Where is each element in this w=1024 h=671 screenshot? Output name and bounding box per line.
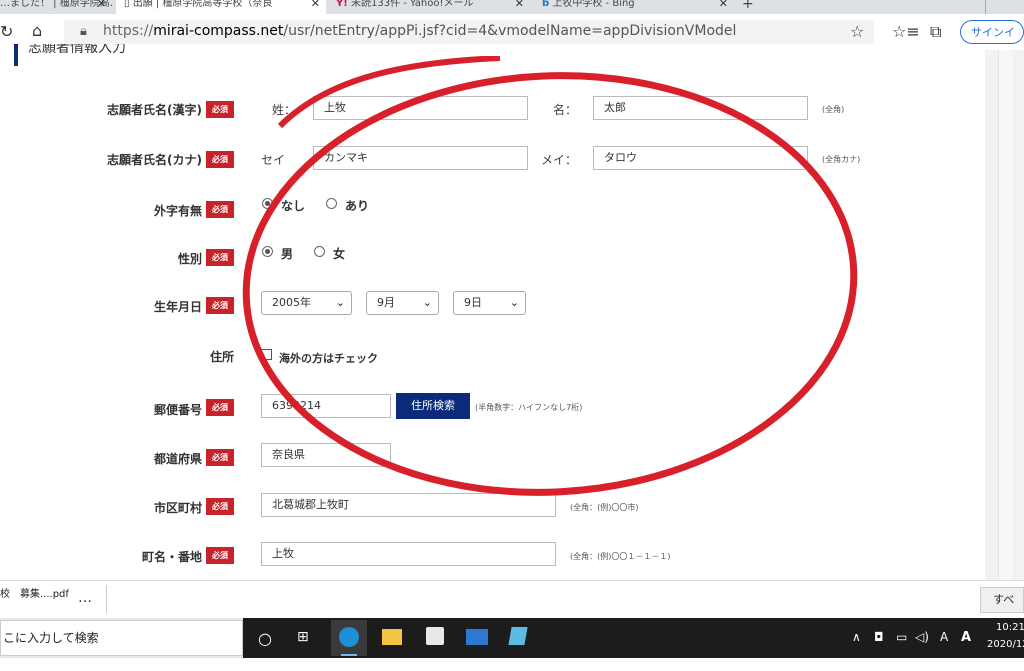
required-badge: 必須 (206, 151, 234, 168)
url-text[interactable]: https://mirai-compass.net/usr/netEntry/a… (103, 23, 736, 39)
notepad-icon[interactable] (508, 627, 528, 645)
close-tab-icon[interactable]: ✕ (515, 0, 524, 9)
tab-label: 上牧中学校 - Bing (552, 0, 635, 9)
download-more-icon[interactable]: … (78, 590, 92, 606)
close-tab-icon[interactable]: ✕ (719, 0, 728, 9)
volume-icon[interactable]: ◁) (915, 630, 929, 644)
street-label: 町名・番地 (141, 550, 202, 564)
refresh-icon[interactable]: ↻ (0, 22, 13, 41)
collections-icon[interactable]: ⧉ (930, 22, 941, 42)
window-divider (985, 0, 1000, 14)
file-explorer-icon[interactable] (382, 629, 402, 645)
required-badge: 必須 (206, 449, 234, 466)
required-badge: 必須 (206, 498, 234, 515)
show-all-label: すべて表 (993, 593, 1015, 606)
url-host: mirai-compass.net (153, 23, 284, 39)
taskbar-search-box[interactable]: こに入力して検索 (0, 620, 243, 656)
street-hint: (全角：(例)〇〇１－１－１) (570, 552, 671, 561)
section-title-bar (14, 44, 18, 66)
zip-label: 郵便番号 (153, 403, 202, 417)
street-input[interactable]: 上牧 (261, 542, 556, 566)
home-icon[interactable]: ⌂ (32, 21, 42, 40)
download-file-item[interactable]: 校 募集....pdf (0, 585, 69, 600)
favorite-star-icon[interactable]: ☆ (850, 22, 864, 41)
clock-date[interactable]: 2020/12 (987, 639, 1024, 650)
address-label: 住所 (209, 350, 234, 364)
required-badge: 必須 (206, 249, 234, 266)
section-title: 志願者情報入力 (28, 44, 126, 56)
task-view-icon[interactable]: ⊞ (297, 629, 309, 645)
cortana-icon[interactable]: ○ (258, 629, 272, 648)
store-icon[interactable] (426, 627, 444, 645)
tab-bing[interactable]: b 上牧中学校 - Bing ✕ (534, 0, 734, 14)
required-badge: 必須 (206, 547, 234, 564)
url-path: /usr/netEntry/appPi.jsf?cid=4&vmodelName… (283, 23, 737, 39)
name-kanji-label: 志願者氏名(漢字) (107, 103, 202, 117)
battery-icon[interactable]: ▭ (896, 630, 907, 644)
url-prefix: https:// (103, 23, 154, 39)
name-kana-label: 志願者氏名(カナ) (107, 153, 202, 167)
required-badge: 必須 (206, 101, 234, 118)
close-tab-icon[interactable]: ✕ (311, 0, 320, 9)
divider (106, 585, 107, 613)
tab-label: 未読133件 - Yahoo!メール (351, 0, 474, 9)
bing-icon: b (542, 0, 550, 9)
yahoo-icon: Y! (336, 0, 348, 9)
city-label: 市区町村 (153, 501, 202, 515)
tab-application[interactable]: ▯ 出願 | 橿原学院高等学校（奈良 ✕ (116, 0, 326, 14)
signin-label: サインイン (971, 26, 1015, 39)
tab-kashihara-1[interactable]: …ました！ | 橿原学院高… ✕ (0, 0, 112, 14)
red-circle-annotation (242, 56, 858, 496)
meet-now-icon[interactable]: ◘ (874, 630, 884, 644)
new-tab-icon[interactable]: + (742, 0, 762, 14)
birthdate-label: 生年月日 (153, 300, 202, 314)
tab-label: 出願 | 橿原学院高等学校（奈良 (132, 0, 273, 9)
active-indicator (341, 654, 357, 656)
required-badge: 必須 (206, 201, 234, 218)
edge-icon (339, 627, 359, 647)
close-tab-icon[interactable]: ✕ (97, 0, 106, 9)
clock-time[interactable]: 10:21 (996, 622, 1024, 633)
ime-icon[interactable]: A (940, 630, 948, 644)
required-badge: 必須 (206, 297, 234, 314)
lock-icon: 🔒︎ (80, 24, 87, 39)
prefecture-label: 都道府県 (153, 452, 202, 466)
mail-icon[interactable] (466, 629, 488, 645)
page-icon: ▯ (124, 0, 130, 9)
taskbar-search-placeholder: こに入力して検索 (3, 631, 99, 645)
tab-label: …ました！ | 橿原学院高… (0, 0, 112, 9)
vertical-scrollbar[interactable] (998, 50, 1013, 580)
downloads-bar (0, 580, 1024, 619)
show-hidden-icons-icon[interactable]: ∧ (852, 630, 861, 644)
adobe-icon[interactable]: A (961, 630, 971, 645)
tab-yahoo-mail[interactable]: Y! 未読133件 - Yahoo!メール ✕ (330, 0, 530, 14)
gaiji-label: 外字有無 (153, 204, 202, 218)
show-all-downloads-button[interactable]: すべて表 (980, 587, 1024, 613)
signin-button[interactable]: サインイン (960, 20, 1024, 44)
download-file-label: 校 募集....pdf (0, 589, 69, 600)
gender-label: 性別 (177, 252, 202, 266)
required-badge: 必須 (206, 399, 234, 416)
screen-bottom-edge (0, 658, 1024, 671)
favorites-list-icon[interactable]: ☆≡ (892, 22, 920, 41)
browser-tab-strip: …ました！ | 橿原学院高… ✕ ▯ 出願 | 橿原学院高等学校（奈良 ✕ Y!… (0, 0, 1024, 14)
